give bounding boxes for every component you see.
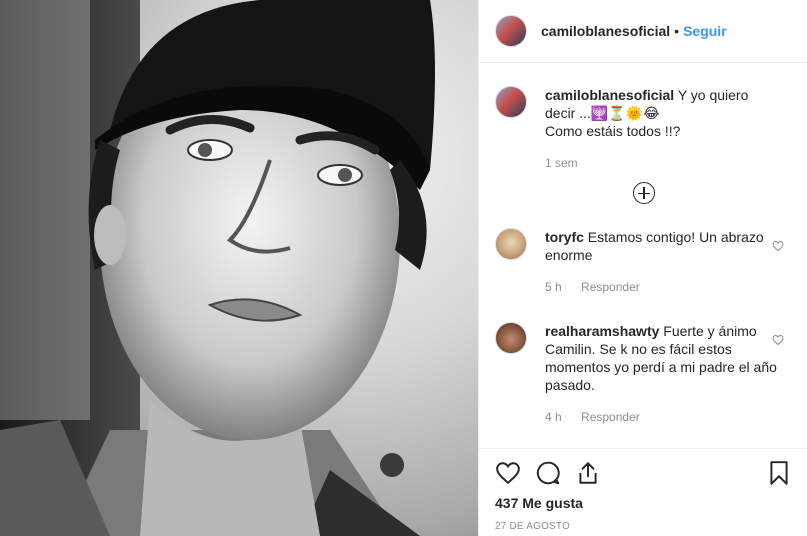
share-icon[interactable] bbox=[575, 460, 601, 486]
post-photo[interactable] bbox=[0, 0, 478, 536]
bookmark-icon[interactable] bbox=[766, 460, 792, 486]
reply-button[interactable]: Responder bbox=[581, 410, 640, 424]
post-author-username[interactable]: camiloblanesoficial bbox=[541, 23, 670, 39]
caption: camiloblanesoficial Y yo quiero decir ..… bbox=[479, 86, 807, 172]
heart-icon[interactable] bbox=[772, 334, 784, 346]
comment-body: realharamshawty Fuerte y ánimo Camilin. … bbox=[545, 322, 777, 426]
separator-dot: • bbox=[674, 23, 680, 39]
caption-body: camiloblanesoficial Y yo quiero decir ..… bbox=[545, 86, 777, 172]
plus-circle-icon[interactable] bbox=[632, 182, 655, 204]
load-more-wrapper bbox=[479, 182, 807, 204]
comment-time[interactable]: 5 h bbox=[545, 280, 562, 294]
avatar[interactable] bbox=[495, 86, 527, 118]
follow-button[interactable]: Seguir bbox=[683, 23, 727, 39]
comment-icon[interactable] bbox=[535, 460, 561, 486]
likes-count[interactable]: 437 Me gusta bbox=[495, 495, 792, 511]
post-date[interactable]: 27 DE AGOSTO bbox=[495, 521, 792, 532]
reply-button[interactable]: Responder bbox=[581, 280, 640, 294]
post-actions: 437 Me gusta 27 DE AGOSTO bbox=[479, 448, 807, 536]
post-side-panel: camiloblanesoficial • Seguir camiloblane… bbox=[478, 0, 807, 536]
post-header: camiloblanesoficial • Seguir bbox=[479, 0, 807, 63]
heart-icon[interactable] bbox=[772, 240, 784, 252]
comment-username[interactable]: realharamshawty bbox=[545, 323, 659, 339]
comment-body: toryfc Estamos contigo! Un abrazo enorme… bbox=[545, 228, 777, 296]
portrait-illustration bbox=[0, 0, 435, 536]
action-icons bbox=[495, 455, 792, 491]
comment-username[interactable]: toryfc bbox=[545, 229, 584, 245]
comment-time[interactable]: 4 h bbox=[545, 410, 562, 424]
comment-item: toryfc Estamos contigo! Un abrazo enorme… bbox=[479, 228, 807, 296]
caption-time[interactable]: 1 sem bbox=[545, 156, 578, 170]
avatar[interactable] bbox=[495, 228, 527, 260]
avatar[interactable] bbox=[495, 15, 527, 47]
comments-section[interactable]: camiloblanesoficial Y yo quiero decir ..… bbox=[479, 64, 807, 448]
avatar[interactable] bbox=[495, 322, 527, 354]
caption-text-line2: Como estáis todos !!? bbox=[545, 123, 681, 139]
comment-item: realharamshawty Fuerte y ánimo Camilin. … bbox=[479, 322, 807, 426]
heart-icon[interactable] bbox=[495, 460, 521, 486]
caption-username[interactable]: camiloblanesoficial bbox=[545, 87, 674, 103]
